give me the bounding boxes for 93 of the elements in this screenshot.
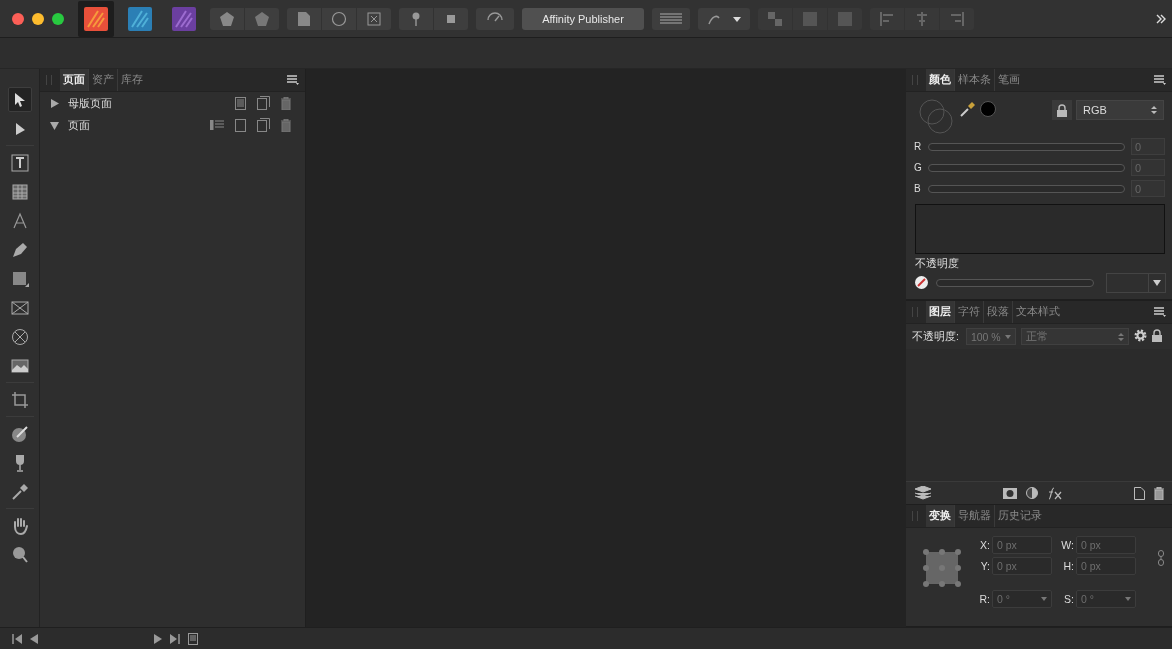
field-label: X:: [979, 539, 990, 551]
menu-icon[interactable]: [1154, 307, 1166, 317]
panel-tab[interactable]: 笔画: [995, 69, 1023, 91]
field-label: R:: [978, 593, 990, 605]
duplicate-icon[interactable]: [256, 118, 270, 132]
dropdown-arrow-icon: [1153, 280, 1161, 286]
dropdown-arrow-icon: [1004, 334, 1011, 339]
menu-icon[interactable]: [1154, 75, 1166, 85]
panel-tab[interactable]: 历史记录: [995, 505, 1045, 527]
lines-icon[interactable]: [652, 7, 690, 30]
disclosure-icon[interactable]: [50, 98, 59, 108]
spread-icon[interactable]: [210, 120, 224, 130]
trash-icon[interactable]: [1154, 486, 1164, 500]
link-icon[interactable]: [1158, 550, 1164, 566]
duplicate-icon[interactable]: [256, 96, 270, 110]
zoom-button[interactable]: [52, 12, 64, 25]
adjustment-icon[interactable]: [1026, 487, 1038, 499]
stepper-arrows-icon: [1117, 331, 1124, 342]
channel-slider[interactable]: [928, 184, 1125, 193]
lock-icon[interactable]: [1151, 329, 1162, 344]
trash-icon[interactable]: [279, 118, 293, 132]
effects-icon[interactable]: [1047, 486, 1063, 500]
color-swatch[interactable]: [980, 101, 996, 117]
value-field[interactable]: 0 px: [1076, 536, 1136, 554]
checker-icon[interactable]: [758, 7, 792, 30]
persona-button[interactable]: [78, 0, 114, 37]
previous-page-icon[interactable]: [30, 633, 38, 644]
value-field[interactable]: 0 px: [992, 536, 1052, 554]
disclosure-icon[interactable]: [50, 120, 59, 130]
page-list-item[interactable]: 页面: [68, 117, 90, 133]
last-page-icon[interactable]: [170, 633, 180, 644]
pin-icon[interactable]: [399, 7, 433, 30]
page-icon[interactable]: [287, 7, 321, 30]
settings-icon[interactable]: [1133, 329, 1147, 344]
panel-tab[interactable]: 变换: [926, 505, 955, 527]
first-page-icon[interactable]: [12, 633, 22, 644]
panel-tab[interactable]: 段落: [984, 301, 1013, 323]
panel-tab[interactable]: 文本样式: [1013, 301, 1063, 323]
close-button[interactable]: [12, 12, 24, 25]
panel-tab[interactable]: 颜色: [926, 69, 955, 91]
overflow-icon[interactable]: [1156, 13, 1166, 24]
opacity-label: 不透明度: [914, 256, 960, 271]
anchor-point-icon[interactable]: [922, 548, 962, 588]
page-icon[interactable]: [188, 632, 198, 645]
value-field[interactable]: 0 px: [992, 557, 1052, 575]
panel-tab[interactable]: 导航器: [955, 505, 995, 527]
panel-tab[interactable]: 样本条: [955, 69, 995, 91]
channel-label: G: [914, 162, 922, 173]
grip-icon: [912, 511, 918, 521]
move-tool-icon[interactable]: [7, 87, 32, 112]
value-dropdown[interactable]: 0 °: [1076, 590, 1136, 608]
panel-tab[interactable]: 库存: [118, 69, 146, 91]
opacity-label: 不透明度:: [912, 329, 959, 344]
value-dropdown[interactable]: 0 °: [992, 590, 1052, 608]
dropdown-arrow-icon: [1041, 597, 1047, 601]
opacity-slider[interactable]: [936, 279, 1094, 287]
mask-icon[interactable]: [1003, 487, 1017, 499]
minimize-button[interactable]: [32, 12, 44, 25]
no-color-icon[interactable]: [915, 275, 928, 291]
field-label: W:: [1060, 539, 1074, 551]
panel-tab[interactable]: 页面: [60, 69, 89, 91]
field-label: H:: [1062, 560, 1074, 572]
new-page-icon[interactable]: [1134, 486, 1145, 500]
channel-label: B: [914, 183, 922, 194]
layers-icon[interactable]: [914, 486, 932, 500]
lock-icon[interactable]: [1052, 100, 1072, 120]
stepper-arrows-icon: [1151, 105, 1157, 115]
trash-icon[interactable]: [279, 96, 293, 110]
page-list-item[interactable]: 母版页面: [68, 95, 112, 111]
field-label: Y:: [979, 560, 990, 572]
color-model-dropdown[interactable]: RGB: [1076, 100, 1164, 120]
channel-slider[interactable]: [928, 142, 1125, 151]
field-label: S:: [1063, 593, 1074, 605]
app-name-button[interactable]: Affinity Publisher: [522, 7, 644, 30]
next-page-icon[interactable]: [154, 633, 162, 644]
panel-tab[interactable]: 图层: [926, 301, 955, 323]
channel-label: R: [914, 141, 922, 152]
page-icon[interactable]: [233, 118, 247, 132]
grip-icon: [912, 75, 918, 85]
page-icon[interactable]: [233, 96, 247, 110]
panel-tab[interactable]: 资产: [89, 69, 118, 91]
opacity-dropdown[interactable]: 100 %: [965, 328, 1016, 345]
channel-slider[interactable]: [928, 163, 1125, 172]
pen-dropdown-icon[interactable]: [698, 7, 750, 30]
menu-icon[interactable]: [287, 75, 299, 85]
panel-tab[interactable]: 字符: [955, 301, 984, 323]
grip-icon: [46, 75, 52, 85]
frame-icon[interactable]: [357, 7, 391, 30]
grip-icon: [912, 307, 918, 317]
eyedropper-icon[interactable]: [960, 101, 976, 119]
dropdown-arrow-icon: [1125, 597, 1131, 601]
square-icon[interactable]: [434, 7, 468, 30]
value-field[interactable]: 0 px: [1076, 557, 1136, 575]
